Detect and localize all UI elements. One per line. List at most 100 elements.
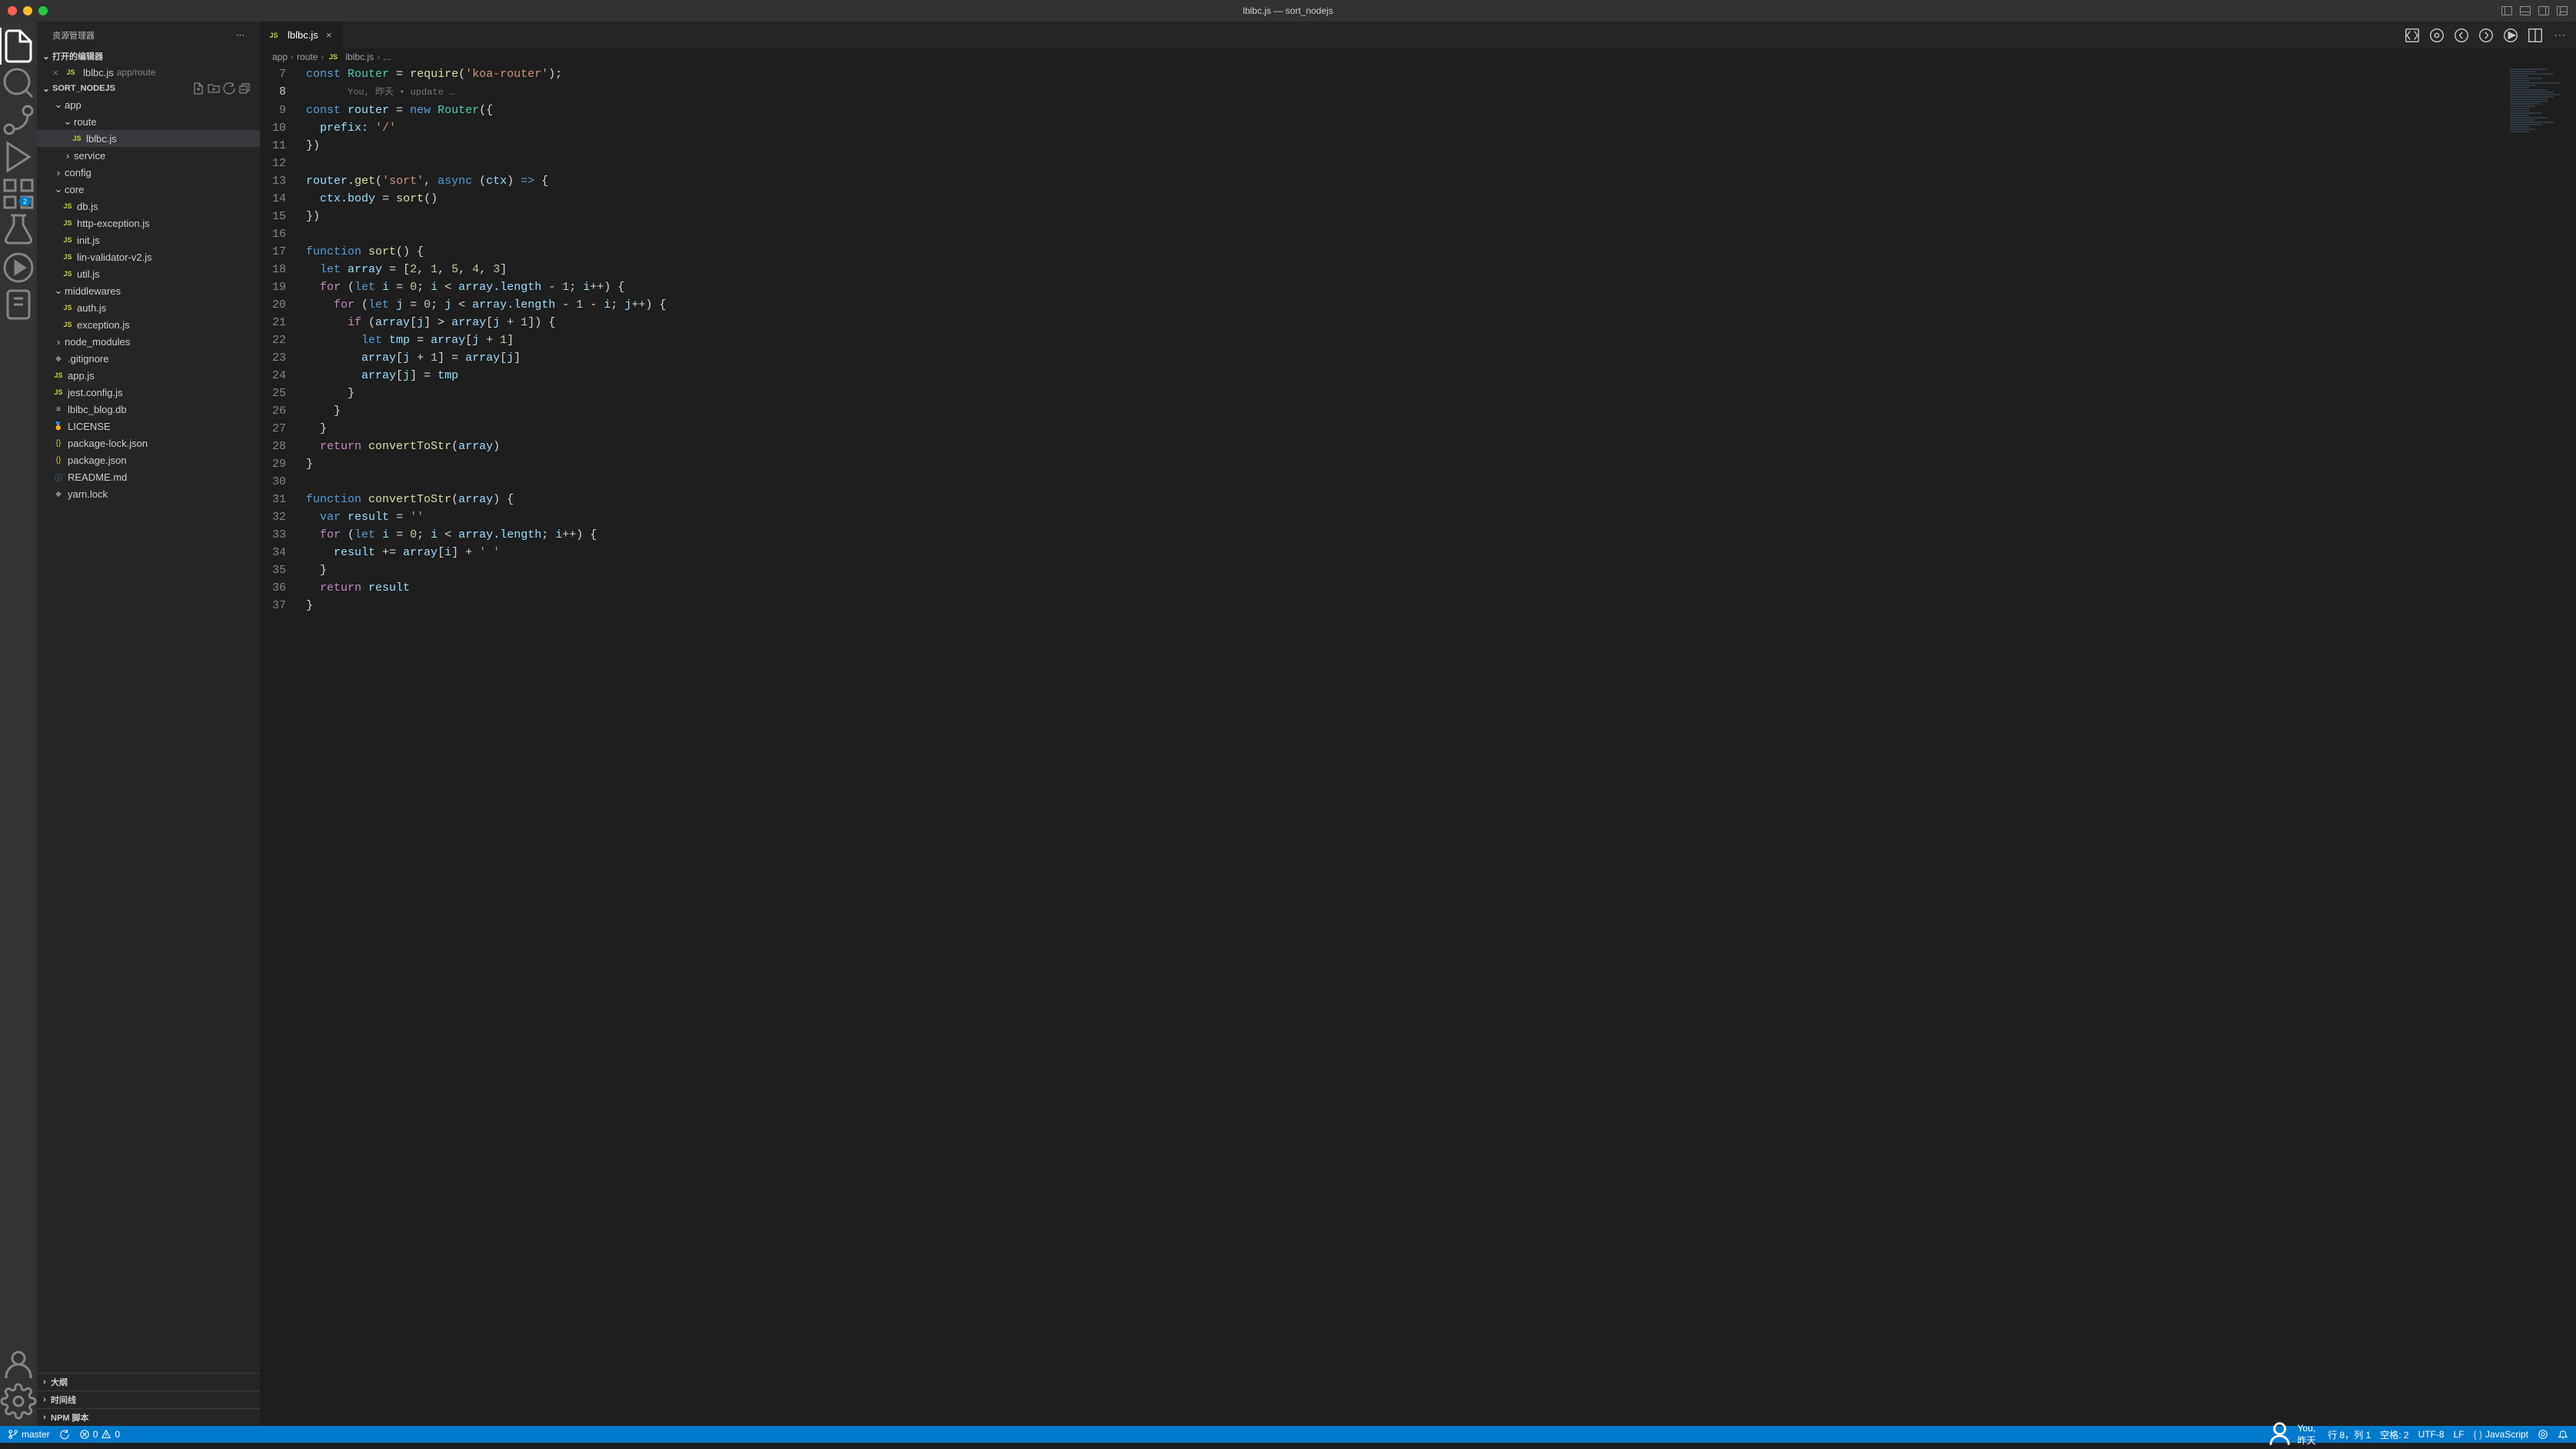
run-debug-activity[interactable] — [0, 138, 37, 175]
open-editor-item[interactable]: × JS lblbc.js app/route — [37, 64, 260, 81]
file-package-lock[interactable]: {}package-lock.json — [37, 435, 260, 451]
editor-area: JS lblbc.js × ⋯ app› route› JS lblbc.js›… — [260, 22, 2576, 1426]
extensions-activity[interactable]: 2 — [0, 175, 37, 212]
sidebar-explorer: 资源管理器 ⋯ ⌄ 打开的编辑器 × JS lblbc.js app/route… — [37, 22, 260, 1426]
folder-route[interactable]: ⌄route — [37, 113, 260, 130]
file-readme[interactable]: ⓘREADME.md — [37, 468, 260, 485]
file-yarnlock[interactable]: ◆yarn.lock — [37, 485, 260, 502]
breadcrumb-file[interactable]: lblbc.js — [345, 52, 374, 62]
toggle-panel-right-icon[interactable] — [2538, 5, 2550, 17]
search-activity[interactable] — [0, 65, 37, 102]
folder-node-modules[interactable]: ›node_modules — [37, 333, 260, 350]
chevron-down-icon: ⌄ — [40, 52, 52, 62]
file-httpexception-js[interactable]: JShttp-exception.js — [37, 215, 260, 232]
breadcrumb-app[interactable]: app — [272, 52, 288, 62]
file-app-js[interactable]: JSapp.js — [37, 367, 260, 384]
window-controls — [8, 6, 48, 15]
chevron-down-icon: ⌄ — [52, 98, 65, 111]
status-eol[interactable]: LF — [2454, 1429, 2465, 1440]
file-package-json[interactable]: {}package.json — [37, 451, 260, 468]
npm-scripts-section[interactable]: ›NPM 脚本 — [37, 1409, 260, 1426]
file-auth-js[interactable]: JSauth.js — [37, 299, 260, 316]
open-editors-section[interactable]: ⌄ 打开的编辑器 — [37, 48, 260, 64]
status-line-col[interactable]: 行 8，列 1 — [2328, 1428, 2371, 1441]
customize-layout-icon[interactable] — [2556, 5, 2568, 17]
scm-activity[interactable] — [0, 102, 37, 138]
status-lang[interactable]: { } JavaScript — [2474, 1429, 2528, 1440]
chevron-right-icon: › — [38, 1395, 51, 1404]
editor-body[interactable]: 7const Router = require('koa-router'); 8… — [260, 65, 2576, 1426]
open-editor-path: app/route — [117, 67, 156, 78]
outline-section[interactable]: ›大纲 — [37, 1374, 260, 1391]
db-file-icon: ≡ — [52, 403, 65, 415]
close-tab-icon[interactable]: × — [323, 29, 335, 41]
file-jestconfig-js[interactable]: JSjest.config.js — [37, 384, 260, 401]
sidebar-title: 资源管理器 — [52, 29, 95, 42]
more-actions-icon[interactable]: ⋯ — [2551, 27, 2568, 44]
prev-change-icon[interactable] — [2453, 27, 2470, 44]
split-editor-icon[interactable] — [2527, 27, 2544, 44]
status-spaces[interactable]: 空格: 2 — [2380, 1428, 2408, 1441]
open-editors-label: 打开的编辑器 — [52, 50, 103, 62]
collapse-all-icon[interactable] — [238, 82, 251, 95]
chevron-right-icon: › — [38, 1377, 51, 1387]
breadcrumb-more[interactable]: ... — [383, 52, 391, 62]
chevron-right-icon: › — [52, 167, 65, 178]
testing-activity[interactable] — [0, 212, 37, 249]
accounts-activity[interactable] — [0, 1346, 37, 1383]
live-share-activity[interactable] — [0, 249, 37, 286]
close-editor-icon[interactable]: × — [49, 67, 62, 78]
show-history-icon[interactable] — [2428, 27, 2445, 44]
new-folder-icon[interactable] — [208, 82, 220, 95]
tab-lblbc-js[interactable]: JS lblbc.js × — [260, 22, 344, 48]
file-util-js[interactable]: JSutil.js — [37, 265, 260, 282]
toggle-panel-left-icon[interactable] — [2501, 5, 2513, 17]
maximize-window-button[interactable] — [38, 6, 48, 15]
git-file-icon: ◆ — [52, 352, 65, 365]
status-branch[interactable]: master — [8, 1429, 50, 1440]
file-license[interactable]: 🏅LICENSE — [37, 418, 260, 435]
minimize-window-button[interactable] — [23, 6, 32, 15]
file-exception-js[interactable]: JSexception.js — [37, 316, 260, 333]
status-problems[interactable]: 0 0 — [79, 1429, 120, 1440]
js-file-icon: JS — [62, 318, 74, 331]
chevron-right-icon: › — [52, 336, 65, 348]
file-linvalidator-js[interactable]: JSlin-validator-v2.js — [37, 248, 260, 265]
timeline-section[interactable]: ›时间线 — [37, 1391, 260, 1408]
folder-app[interactable]: ⌄app — [37, 96, 260, 113]
database-activity[interactable] — [0, 286, 37, 323]
window-title: lblbc.js — sort_nodejs — [1243, 5, 1333, 16]
status-feedback-icon[interactable] — [2538, 1429, 2548, 1440]
status-sync[interactable] — [59, 1429, 70, 1440]
folder-middlewares[interactable]: ⌄middlewares — [37, 282, 260, 299]
folder-config[interactable]: ›config — [37, 164, 260, 181]
settings-activity[interactable] — [0, 1383, 37, 1420]
json-file-icon: {} — [52, 454, 65, 466]
file-lblbc-js[interactable]: JSlblbc.js — [37, 130, 260, 147]
explorer-activity[interactable] — [0, 28, 37, 65]
status-encoding[interactable]: UTF-8 — [2418, 1429, 2445, 1440]
codelens-blame: You, 昨天 • update … — [348, 87, 454, 98]
minimap[interactable] — [2507, 65, 2576, 1426]
file-blog-db[interactable]: ≡lblbc_blog.db — [37, 401, 260, 418]
new-file-icon[interactable] — [192, 82, 205, 95]
project-section[interactable]: ⌄ SORT_NODEJS — [37, 81, 260, 96]
folder-core[interactable]: ⌄core — [37, 181, 260, 198]
refresh-icon[interactable] — [223, 82, 235, 95]
project-name: SORT_NODEJS — [52, 84, 115, 93]
sidebar-more-icon[interactable]: ⋯ — [236, 30, 245, 40]
chevron-right-icon: › — [62, 150, 74, 162]
toggle-panel-bottom-icon[interactable] — [2519, 5, 2531, 17]
compare-changes-icon[interactable] — [2404, 27, 2421, 44]
close-window-button[interactable] — [8, 6, 17, 15]
chevron-down-icon: ⌄ — [62, 115, 74, 128]
run-icon[interactable] — [2502, 27, 2519, 44]
js-file-icon: JS — [62, 251, 74, 263]
folder-service[interactable]: ›service — [37, 147, 260, 164]
file-gitignore[interactable]: ◆.gitignore — [37, 350, 260, 367]
breadcrumb-route[interactable]: route — [297, 52, 318, 62]
status-notifications-icon[interactable] — [2558, 1429, 2568, 1440]
file-init-js[interactable]: JSinit.js — [37, 232, 260, 248]
file-db-js[interactable]: JSdb.js — [37, 198, 260, 215]
next-change-icon[interactable] — [2478, 27, 2494, 44]
